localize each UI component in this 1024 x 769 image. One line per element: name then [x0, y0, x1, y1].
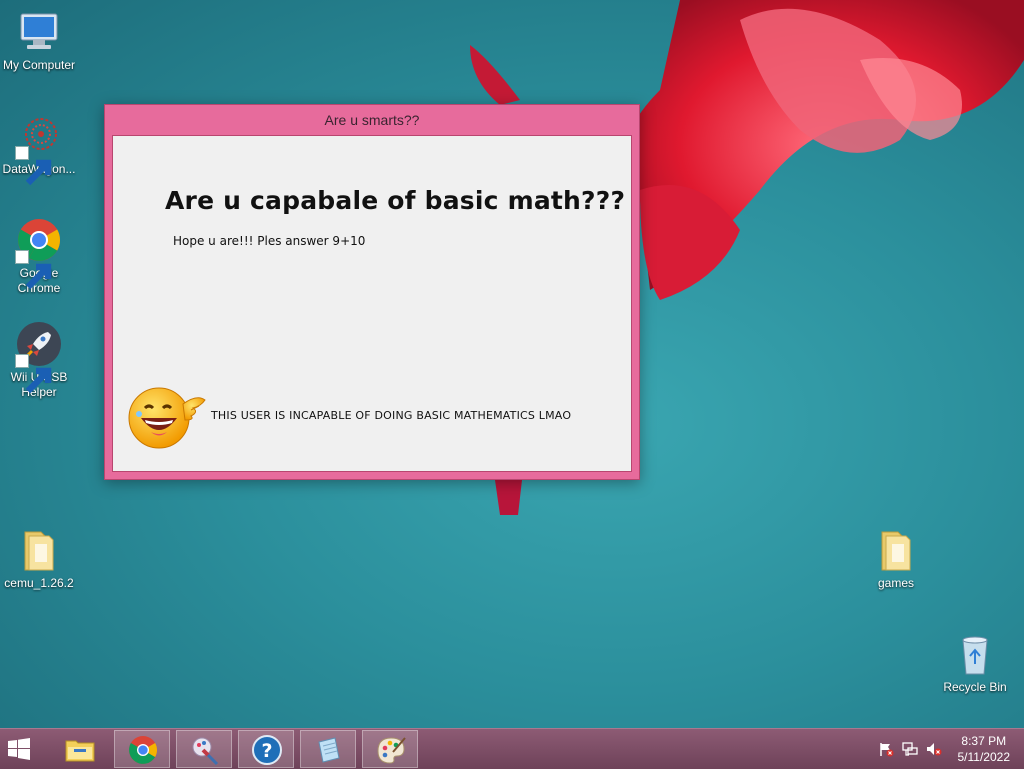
file-explorer-icon — [65, 740, 95, 762]
paint-brush-icon — [192, 737, 219, 766]
laughing-emoji-icon — [128, 387, 206, 449]
desktop-icon-label: My Computer — [2, 58, 76, 72]
shortcut-arrow-icon — [15, 146, 52, 186]
help-icon: ? — [252, 735, 282, 765]
notepad-icon — [318, 737, 340, 763]
system-tray: 8:37 PM 5/11/2022 — [864, 729, 1024, 769]
action-center-flag-icon[interactable] — [878, 741, 894, 757]
taskbar-chrome[interactable] — [114, 730, 170, 768]
dialog-headline: Are u capabale of basic math??? — [165, 186, 626, 215]
network-icon[interactable] — [902, 741, 918, 757]
chrome-icon — [129, 736, 158, 764]
taskbar-file-explorer[interactable] — [52, 730, 108, 768]
desktop-icon-label: games — [877, 576, 915, 590]
folder-icon — [881, 531, 911, 571]
taskbar: ? 8:37 PM 5/11/2022 — [0, 728, 1024, 769]
desktop-icon-recycle-bin[interactable]: Recycle Bin — [933, 630, 1017, 695]
clock-date: 5/11/2022 — [957, 750, 1011, 764]
recycle-bin-icon — [962, 636, 988, 675]
taskbar-paint-app[interactable] — [176, 730, 232, 768]
taskbar-help[interactable]: ? — [238, 730, 294, 768]
palette-icon — [377, 737, 406, 764]
shortcut-arrow-icon — [15, 250, 52, 290]
desktop-icon-my-computer[interactable]: My Computer — [0, 8, 81, 73]
svg-text:?: ? — [261, 740, 272, 762]
folder-icon — [24, 531, 54, 571]
desktop-icon-datawagon[interactable]: DataWagon... — [0, 112, 81, 186]
dialog-verdict-text: THIS USER IS INCAPABLE OF DOING BASIC MA… — [211, 409, 572, 422]
desktop-icon-google-chrome[interactable]: Google Chrome — [0, 216, 81, 296]
dialog-window: Are u smarts?? Are u capabale of basic m… — [104, 104, 640, 480]
dialog-content: Are u capabale of basic math??? Hope u a… — [112, 135, 632, 472]
desktop-icon-games[interactable]: games — [854, 526, 938, 591]
shortcut-arrow-icon — [15, 354, 52, 394]
taskbar-paint[interactable] — [362, 730, 418, 768]
desktop-icon-label: cemu_1.26.2 — [4, 576, 74, 590]
dialog-prompt: Hope u are!!! Ples answer 9+10 — [173, 234, 366, 248]
desktop-icon-wii-u-usb-helper[interactable]: Wii U USB Helper — [0, 320, 81, 400]
computer-icon — [20, 13, 58, 49]
taskbar-notepad[interactable] — [300, 730, 356, 768]
volume-muted-icon[interactable] — [926, 741, 942, 757]
windows-start-icon[interactable] — [8, 738, 30, 760]
clock-time: 8:37 PM — [961, 734, 1007, 748]
desktop-icon-cemu[interactable]: cemu_1.26.2 — [0, 526, 81, 591]
taskbar-clock[interactable]: 8:37 PM 5/11/2022 — [958, 733, 1011, 765]
dialog-title[interactable]: Are u smarts?? — [105, 105, 639, 135]
desktop-icon-label: Recycle Bin — [943, 680, 1007, 694]
